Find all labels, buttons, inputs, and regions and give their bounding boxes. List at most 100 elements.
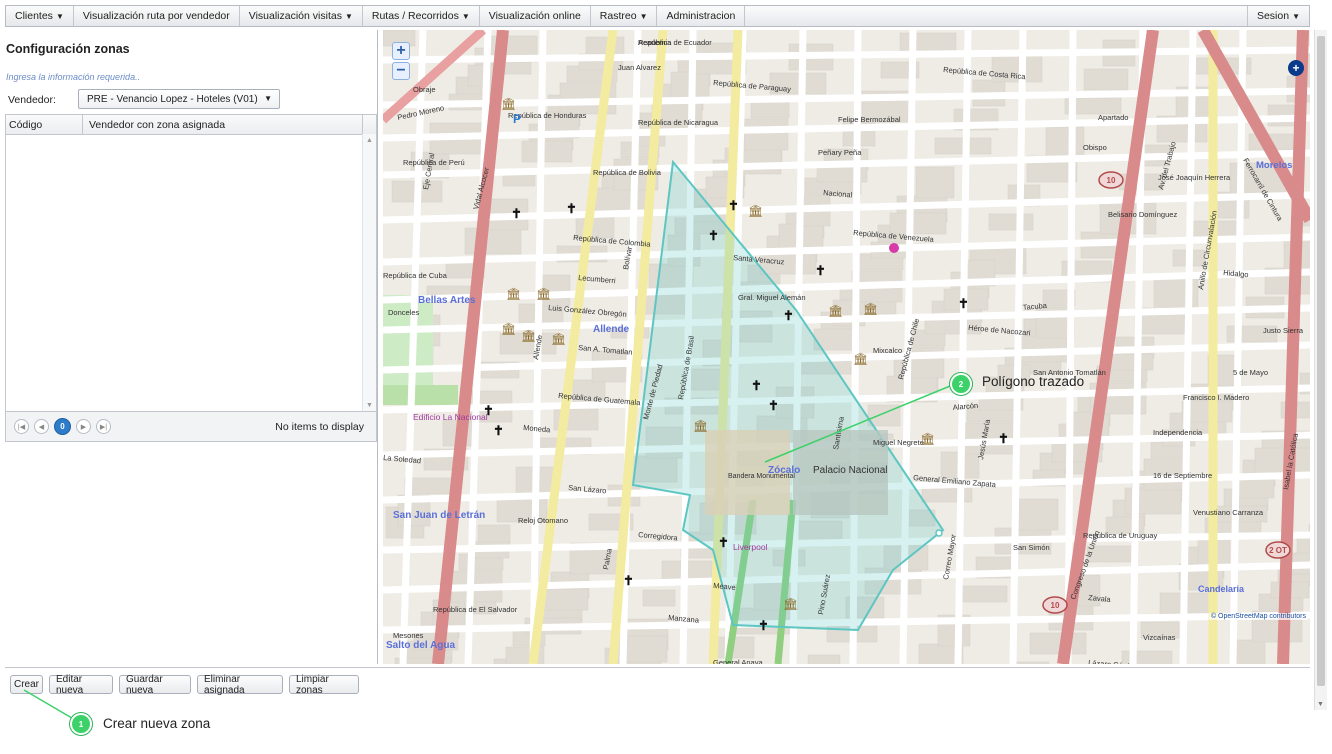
building-block xyxy=(1010,661,1050,664)
vendor-select[interactable]: PRE - Venancio Lopez - Hoteles (V01) ▼ xyxy=(78,89,280,109)
route-shield-label: 10 xyxy=(1051,601,1060,610)
pager-current-page[interactable]: 0 xyxy=(54,418,71,435)
menu-clientes[interactable]: Clientes ▼ xyxy=(6,6,74,26)
map-canvas[interactable]: República de EcuadorJuan AlvarezRepúblic… xyxy=(383,30,1310,664)
chevron-down-icon: ▼ xyxy=(1292,11,1300,21)
church-icon: ✝ xyxy=(998,431,1009,446)
street-label: Moneda xyxy=(523,423,552,434)
street-label: Corregidora xyxy=(638,530,679,542)
street-label: 5 de Mayo xyxy=(1233,368,1268,377)
scrollbar-thumb[interactable] xyxy=(1317,36,1325,686)
pager-prev-icon[interactable]: ◀ xyxy=(34,419,49,434)
pager-status: No items to display xyxy=(275,421,364,433)
crear-button[interactable]: Crear xyxy=(10,675,43,694)
church-icon: ✝ xyxy=(751,378,762,393)
eliminar-asignada-button[interactable]: Eliminar asignada xyxy=(197,674,283,696)
building-block xyxy=(464,227,522,255)
church-icon: ✝ xyxy=(493,423,504,438)
building-block xyxy=(1013,498,1059,531)
menu-visualizacion-ruta-por-vendedor[interactable]: Visualización ruta por vendedor xyxy=(74,6,240,26)
street-label: Gral. Miguel Alemán xyxy=(738,293,806,302)
street-label: Belisario Domínguez xyxy=(1108,210,1177,219)
grid-scrollbar[interactable]: ▲ ▼ xyxy=(362,134,376,411)
church-icon: ✝ xyxy=(483,403,494,418)
menu-rastreo[interactable]: Rastreo ▼ xyxy=(591,6,658,26)
place-label: Morelos xyxy=(1256,160,1292,171)
chevron-down-icon: ▼ xyxy=(639,11,648,21)
scroll-down-icon[interactable]: ▼ xyxy=(366,402,373,409)
scroll-up-icon[interactable]: ▲ xyxy=(366,137,373,144)
street-label: Juan Alvarez xyxy=(618,63,661,72)
place-label: Allende xyxy=(593,324,630,335)
street-label: Independencia xyxy=(1153,428,1203,437)
museum-icon: 🏛 xyxy=(521,329,536,343)
place-label: Candelaria xyxy=(1198,584,1245,594)
pager-next-icon[interactable]: ▶ xyxy=(76,419,91,434)
map-view[interactable]: República de Ecuador Juan Alvarez Repúblic… xyxy=(383,30,1310,664)
guardar-nueva-button[interactable]: Guardar nueva xyxy=(119,674,191,696)
column-header-vendedor[interactable]: Vendedor con zona asignada xyxy=(83,115,363,134)
main-menu-bar: Clientes ▼ Visualización ruta por vendedo… xyxy=(5,5,1310,27)
street-label: Apartado xyxy=(1098,113,1128,122)
action-toolbar: Crear Editar nueva Guardar nueva Elimina… xyxy=(5,667,1310,698)
street-label: República de Nicaragua xyxy=(638,118,719,127)
chevron-down-icon: ▼ xyxy=(461,11,470,21)
map-attribution[interactable]: © OpenStreetMap contributors xyxy=(1208,613,1308,620)
church-icon: ✝ xyxy=(708,228,719,243)
place-label: Palacio Nacional xyxy=(813,465,888,476)
church-icon: ✝ xyxy=(728,198,739,213)
grid-pager: |◀ ◀ 0 ▶ ▶| No items to display xyxy=(6,411,376,441)
church-icon: ✝ xyxy=(566,201,577,216)
church-icon: ✝ xyxy=(511,206,522,221)
street-label: República de Cuba xyxy=(383,271,448,280)
editar-nueva-button[interactable]: Editar nueva xyxy=(49,674,113,696)
street-label: República de Bolivia xyxy=(593,168,662,177)
zoom-out-button[interactable]: − xyxy=(392,62,410,80)
menu-rutas-recorridos[interactable]: Rutas / Recorridos ▼ xyxy=(363,6,480,26)
street-label: Obispo xyxy=(1083,143,1107,152)
building-block xyxy=(1029,632,1087,655)
chevron-down-icon: ▼ xyxy=(264,94,272,103)
menu-administracion[interactable]: Administracion xyxy=(657,6,746,26)
pager-first-icon[interactable]: |◀ xyxy=(14,419,29,434)
street-label: Venustiano Carranza xyxy=(1193,508,1264,517)
building-block xyxy=(867,404,901,427)
page-scrollbar[interactable]: ▼ xyxy=(1314,30,1327,710)
church-icon: ✝ xyxy=(758,618,769,633)
layer-switcher-icon[interactable]: + xyxy=(1288,60,1304,76)
street-label: Mixcalco xyxy=(873,346,902,355)
street-label: San Simón xyxy=(1013,543,1050,552)
street-label: Academia xyxy=(638,38,672,47)
street-label: República de El Salvador xyxy=(433,605,518,614)
church-icon: ✝ xyxy=(815,263,826,278)
callout-2-badge: 2 xyxy=(950,373,972,395)
museum-icon: 🏛 xyxy=(828,304,843,318)
limpiar-zonas-button[interactable]: Limpiar zonas xyxy=(289,674,359,696)
street xyxy=(383,87,1310,109)
museum-icon: 🏛 xyxy=(693,419,708,433)
place-label: Bandera Monumental xyxy=(728,473,795,480)
menu-visualizacion-online[interactable]: Visualización online xyxy=(480,6,591,26)
callout-1-badge: 1 xyxy=(70,713,92,735)
route-shield-label: 10 xyxy=(1107,176,1116,185)
pager-last-icon[interactable]: ▶| xyxy=(96,419,111,434)
menu-sesion[interactable]: Sesion ▼ xyxy=(1246,6,1309,26)
scroll-down-icon[interactable]: ▼ xyxy=(1317,701,1324,708)
zoom-in-button[interactable]: + xyxy=(392,42,410,60)
vendor-select-value: PRE - Venancio Lopez - Hoteles (V01) xyxy=(87,93,258,105)
building-block xyxy=(1254,447,1310,475)
church-icon: ✝ xyxy=(783,308,794,323)
route-shield-label: 2 OT xyxy=(1269,546,1287,555)
street-label: 16 de Septiembre xyxy=(1153,471,1212,480)
building-block xyxy=(1045,126,1085,159)
menu-visualizacion-visitas[interactable]: Visualización visitas ▼ xyxy=(240,6,363,26)
building-block xyxy=(1232,639,1266,664)
street-label: Vizcaínas xyxy=(1143,633,1176,642)
zone-config-panel: Configuración zonas Ingresa la informaci… xyxy=(5,30,378,664)
column-header-codigo[interactable]: Código xyxy=(6,115,83,134)
panel-title: Configuración zonas xyxy=(6,42,130,56)
museum-icon: 🏛 xyxy=(920,432,935,446)
menu-spacer xyxy=(745,6,1247,26)
place-label: Reloj Otomano xyxy=(518,516,568,525)
building-block xyxy=(915,166,955,199)
